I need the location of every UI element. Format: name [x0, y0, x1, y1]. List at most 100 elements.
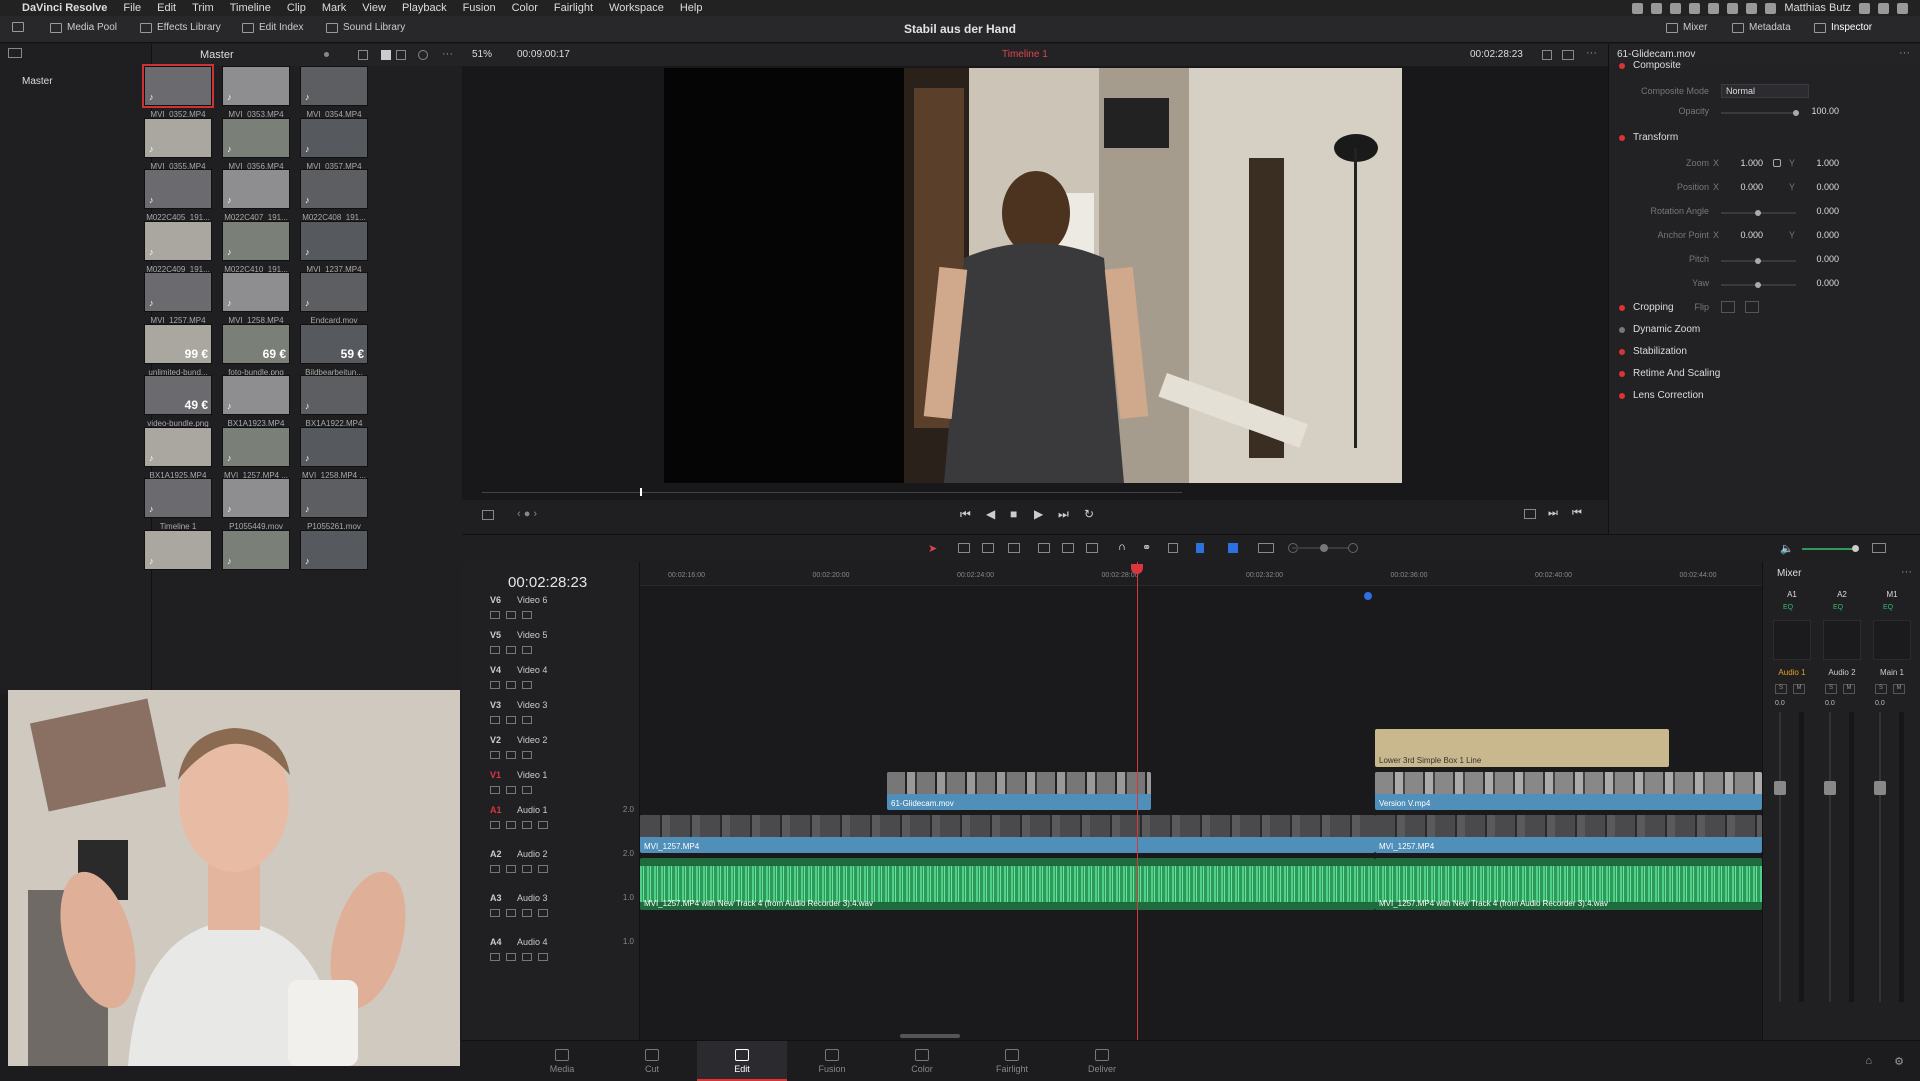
track-enable-icon[interactable] — [506, 611, 516, 619]
more-icon[interactable]: ··· — [1901, 566, 1912, 578]
zoom-slider-thumb[interactable] — [1320, 544, 1328, 552]
video-clip[interactable]: Version V.mp4 — [1375, 772, 1762, 810]
lock-icon[interactable] — [490, 865, 500, 873]
search-icon[interactable] — [1859, 2, 1870, 14]
monitor-icon[interactable] — [522, 716, 532, 724]
enable-dot-icon[interactable] — [1619, 326, 1625, 333]
track-enable-icon[interactable] — [506, 953, 516, 961]
audio-clip[interactable]: MVI_1257.MP4 with New Track 4 (from Audi… — [640, 858, 1375, 910]
track-header-v5[interactable]: V5 Video 5 — [462, 626, 640, 661]
track-id[interactable]: A3 — [490, 893, 502, 903]
menu-color[interactable]: Color — [512, 2, 538, 14]
go-to-start-icon[interactable]: ⏮ — [960, 507, 971, 522]
track-id[interactable]: A1 — [490, 805, 502, 815]
page-tab-deliver[interactable]: Deliver — [1057, 1041, 1147, 1081]
opacity-slider[interactable] — [1721, 112, 1796, 114]
stabilization-section[interactable]: Stabilization — [1619, 346, 1687, 357]
pitch-slider-thumb[interactable] — [1755, 258, 1761, 264]
user-name[interactable]: Matthias Butz — [1784, 2, 1851, 14]
anchor-x-value[interactable]: 0.000 — [1719, 230, 1763, 240]
more-icon[interactable]: ··· — [1586, 47, 1597, 59]
enable-dot-icon[interactable] — [1619, 62, 1625, 69]
loop-icon[interactable]: ↻ — [1084, 507, 1094, 521]
solo-icon[interactable] — [522, 865, 532, 873]
status-icon[interactable] — [1708, 2, 1720, 14]
status-icon[interactable] — [1670, 2, 1682, 14]
blade-tool-icon[interactable] — [1008, 543, 1020, 553]
go-to-end-icon[interactable]: ⏭ — [1058, 507, 1069, 522]
dual-viewer-icon[interactable] — [1562, 50, 1574, 60]
fader-handle[interactable] — [1774, 781, 1786, 795]
linked-selection-icon[interactable]: ⚭ — [1142, 541, 1151, 554]
cropping-section[interactable]: Cropping — [1619, 302, 1674, 313]
clip-icon[interactable] — [1542, 50, 1552, 60]
track-enable-icon[interactable] — [506, 865, 516, 873]
crop-tool-icon[interactable] — [482, 510, 494, 520]
more-icon[interactable]: ··· — [1899, 47, 1910, 59]
link-icon[interactable] — [1773, 159, 1781, 167]
yaw-slider-thumb[interactable] — [1755, 282, 1761, 288]
media-clip[interactable]: ♪ — [142, 529, 214, 590]
zoom-x-value[interactable]: 1.000 — [1719, 158, 1763, 168]
volume-slider[interactable] — [1802, 548, 1852, 550]
media-clip[interactable]: ♪ — [298, 529, 370, 590]
media-clip[interactable]: ♪ — [220, 529, 292, 590]
lock-icon[interactable] — [490, 786, 500, 794]
composite-mode-select[interactable]: Normal — [1721, 84, 1809, 98]
solo-button[interactable]: S — [1775, 684, 1787, 694]
track-enable-icon[interactable] — [506, 786, 516, 794]
video-clip[interactable]: 61-Glidecam.mov — [887, 772, 1151, 810]
track-name[interactable]: Video 4 — [517, 665, 547, 675]
lens-correction-section[interactable]: Lens Correction — [1619, 390, 1704, 401]
sort-icon[interactable] — [358, 50, 368, 60]
lock-icon[interactable] — [490, 611, 500, 619]
stop-icon[interactable]: ■ — [1010, 507, 1017, 521]
settings-icon[interactable]: ⚙ — [1894, 1055, 1904, 1068]
app-menu[interactable]: DaVinci Resolve — [22, 2, 107, 14]
page-tab-color[interactable]: Color — [877, 1041, 967, 1081]
mute-icon[interactable] — [538, 953, 548, 961]
track-header-a1[interactable]: A1 Audio 1 2.0 — [462, 801, 640, 845]
track-enable-icon[interactable] — [506, 716, 516, 724]
scrub-bar[interactable] — [482, 492, 1182, 493]
list-view-icon[interactable] — [396, 50, 406, 60]
menu-playback[interactable]: Playback — [402, 2, 447, 14]
more-icon[interactable]: ··· — [442, 48, 453, 60]
timeline-selector[interactable]: Timeline 1 — [1002, 49, 1048, 60]
rotation-value[interactable]: 0.000 — [1795, 206, 1839, 216]
page-tab-fairlight[interactable]: Fairlight — [967, 1041, 1057, 1081]
match-frame-icon[interactable] — [1524, 509, 1536, 519]
track-name[interactable]: Audio 2 — [517, 849, 548, 859]
position-x-value[interactable]: 0.000 — [1719, 182, 1763, 192]
dynamic-trim-icon[interactable] — [982, 543, 994, 553]
status-icon[interactable] — [1632, 2, 1644, 14]
previous-edit-icon[interactable]: ⏭ — [1548, 507, 1558, 520]
clock-icon[interactable] — [1765, 2, 1777, 14]
lock-icon[interactable] — [490, 681, 500, 689]
menu-fairlight[interactable]: Fairlight — [554, 2, 593, 14]
solo-icon[interactable] — [522, 909, 532, 917]
track-name[interactable]: Video 3 — [517, 700, 547, 710]
timeline-scrollbar[interactable] — [900, 1034, 960, 1038]
track-header-v6[interactable]: V6 Video 6 — [462, 591, 640, 626]
track-name[interactable]: Audio 4 — [517, 937, 548, 947]
mixer-button[interactable]: Mixer — [1666, 22, 1707, 33]
anchor-y-value[interactable]: 0.000 — [1795, 230, 1839, 240]
audio-clip[interactable]: MVI_1257.MP4 with New Track 4 (from Audi… — [1375, 858, 1762, 910]
menu-clip[interactable]: Clip — [287, 2, 306, 14]
trim-tool-icon[interactable] — [958, 543, 970, 553]
flag-icon[interactable] — [1196, 543, 1204, 553]
solo-icon[interactable] — [522, 953, 532, 961]
enable-dot-icon[interactable] — [1619, 348, 1625, 355]
notification-center-icon[interactable] — [1897, 2, 1908, 14]
overwrite-clip-icon[interactable] — [1062, 543, 1074, 553]
next-edit-icon[interactable]: ⏮ — [1572, 507, 1582, 520]
menu-help[interactable]: Help — [680, 2, 703, 14]
viewer-frame[interactable] — [664, 68, 1402, 483]
solo-button[interactable]: S — [1825, 684, 1837, 694]
page-tab-media[interactable]: Media — [517, 1041, 607, 1081]
insert-clip-icon[interactable] — [1038, 543, 1050, 553]
menu-fusion[interactable]: Fusion — [463, 2, 496, 14]
track-enable-icon[interactable] — [506, 646, 516, 654]
menu-file[interactable]: File — [123, 2, 141, 14]
